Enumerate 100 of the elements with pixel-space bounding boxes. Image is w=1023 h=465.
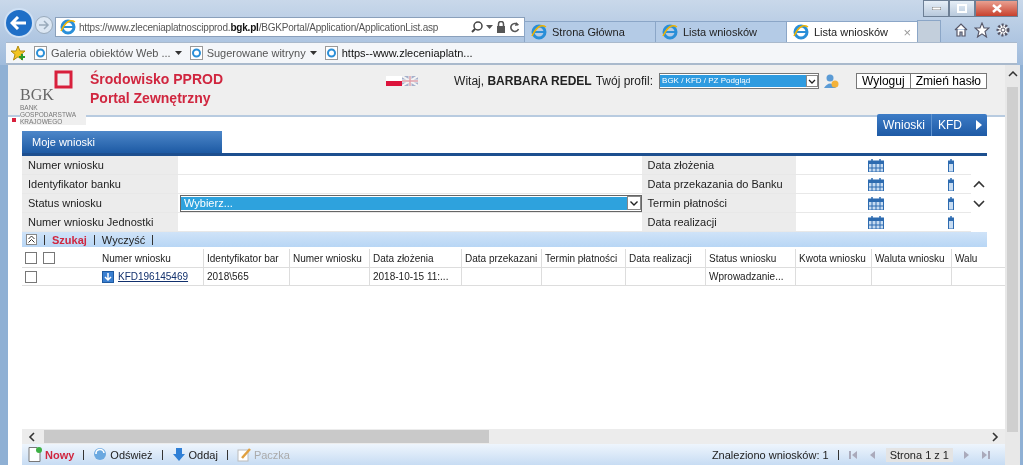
result-count: Znaleziono wniosków: 1 xyxy=(711,448,829,461)
page-indicator: Strona 1 z 1 xyxy=(885,447,953,462)
calendar-icon xyxy=(947,215,954,229)
field-label: Data przekazania do Banku xyxy=(641,175,796,193)
field-label: Numer wniosku xyxy=(22,156,178,174)
scrollbar-thumb[interactable] xyxy=(44,430,489,443)
collapse-button[interactable] xyxy=(26,234,37,245)
column-header[interactable]: Waluta wniosku xyxy=(872,249,952,267)
arrow-down-icon xyxy=(171,447,186,462)
panel-tab[interactable]: Moje wnioski xyxy=(22,131,222,153)
double-up-icon xyxy=(26,234,37,245)
calendar-icon xyxy=(867,196,884,210)
scrollbar-thumb[interactable] xyxy=(1007,87,1018,432)
browser-logo-icon xyxy=(662,24,678,40)
close-button[interactable] xyxy=(975,0,1018,17)
forward-arrow-icon xyxy=(38,20,50,30)
page-icon xyxy=(34,46,47,60)
new-tab-button[interactable] xyxy=(917,20,941,42)
last-page-icon[interactable] xyxy=(981,449,991,460)
search-icon xyxy=(471,21,483,33)
column-header[interactable]: Walu xyxy=(952,249,980,267)
scroll-left-icon xyxy=(28,431,36,442)
field-label: Data realizacji xyxy=(641,213,796,231)
browser-logo-icon xyxy=(531,24,547,40)
calendar-icon xyxy=(947,196,954,210)
table-cell-text: 2018\565 xyxy=(207,270,249,284)
dropdown-caret-icon xyxy=(309,51,317,55)
field-label: Data złożenia xyxy=(641,156,796,174)
field-label: Status wniosku xyxy=(22,194,178,212)
application-link[interactable]: KFD196145469 xyxy=(118,268,189,285)
toolbar-button[interactable]: Odśwież xyxy=(93,447,153,462)
column-header[interactable]: Data złożenia xyxy=(370,249,462,267)
url-text: https://www.zleceniaplatnoscipprod.bgk.pl/BGKPortal/Application/ApplicationList.asp xyxy=(79,21,440,33)
back-button[interactable] xyxy=(4,8,34,38)
address-bar[interactable]: https://www.zleceniaplatnoscipprod.bgk.pl/BGKPortal/Application/ApplicationList.asp xyxy=(55,17,525,37)
dropdown-caret-icon xyxy=(174,51,182,55)
checkbox[interactable] xyxy=(25,270,37,283)
action-link[interactable]: Szukaj xyxy=(52,233,87,246)
logo-text: BGK xyxy=(20,86,54,104)
favorites-link[interactable]: Galeria obiektów Web ... xyxy=(34,46,182,60)
toolbar-button[interactable]: Oddaj xyxy=(171,447,218,462)
calendar-icon xyxy=(867,215,884,229)
field-label: Numer wniosku Jednostki xyxy=(22,213,178,231)
column-header[interactable]: Identyfikator bar xyxy=(204,249,290,267)
first-page-icon[interactable] xyxy=(847,449,858,460)
browser-tab[interactable]: Lista wniosków xyxy=(655,21,787,42)
header-button[interactable]: Wyloguj xyxy=(856,73,911,89)
favorites-star-icon xyxy=(10,45,26,61)
polish-flag-icon[interactable] xyxy=(386,76,403,86)
toolbar-button[interactable]: Nowy xyxy=(28,447,75,462)
star-icon xyxy=(974,22,990,38)
checkbox[interactable] xyxy=(43,252,55,264)
favorites-link[interactable]: https--www.zleceniaplatn... xyxy=(324,46,473,60)
dropdown-caret-icon xyxy=(486,25,493,29)
column-header[interactable]: Termin płatności xyxy=(542,249,626,267)
favorites-link[interactable]: Sugerowane witryny xyxy=(189,46,317,60)
column-header[interactable]: Numer wniosku xyxy=(290,249,370,267)
chevron-down-icon xyxy=(806,75,819,87)
lock-icon xyxy=(496,21,506,33)
chevron-up-icon xyxy=(973,180,985,188)
table-cell-text: 2018-10-15 11:... xyxy=(373,270,449,284)
table-cell-text: Wprowadzanie... xyxy=(709,270,784,284)
page-icon xyxy=(324,46,338,60)
column-header[interactable]: Status wniosku xyxy=(706,249,796,267)
calendar-icon xyxy=(947,158,954,172)
chevron-down-icon xyxy=(626,196,641,210)
checkbox[interactable] xyxy=(25,252,37,264)
restore-icon xyxy=(957,4,967,13)
field-label: Identyfikator banku xyxy=(22,175,178,193)
back-arrow-icon xyxy=(10,16,28,30)
page-icon xyxy=(189,46,203,60)
browser-logo-icon xyxy=(793,24,809,40)
chevron-down-icon xyxy=(973,200,985,208)
menu-item[interactable]: Wnioski xyxy=(877,114,932,136)
refresh-icon xyxy=(509,21,520,33)
maximize-button[interactable] xyxy=(949,0,975,17)
column-header[interactable]: Data przekazani xyxy=(462,249,542,267)
close-icon xyxy=(991,4,1002,13)
portal-title: Środowisko PPROD xyxy=(90,70,224,89)
pencil-note-icon xyxy=(236,447,251,462)
browser-tab[interactable]: Strona Główna xyxy=(524,21,656,42)
column-header[interactable]: Numer wniosku xyxy=(99,249,204,267)
action-link[interactable]: Wyczyść xyxy=(101,233,146,246)
browser-tab[interactable]: Lista wniosków × xyxy=(786,21,918,42)
calendar-icon xyxy=(867,158,884,172)
minimize-button[interactable] xyxy=(923,0,949,17)
minimize-icon xyxy=(931,7,941,10)
home-icon xyxy=(953,22,969,38)
menu-item[interactable]: KFD xyxy=(932,114,976,136)
vertical-scrollbar[interactable] xyxy=(1005,65,1020,465)
new-document-icon xyxy=(28,447,42,462)
horizontal-scrollbar[interactable] xyxy=(22,429,1005,444)
forward-button[interactable] xyxy=(35,16,53,34)
logo-square-icon xyxy=(53,70,73,89)
greeting-text: Witaj, BARBARA REDEL xyxy=(454,74,592,88)
scroll-up-icon xyxy=(1007,71,1018,77)
header-button[interactable]: Zmień hasło xyxy=(909,73,987,89)
column-header[interactable]: Kwota wniosku xyxy=(796,249,872,267)
arrow-right-icon xyxy=(976,120,982,130)
column-header[interactable]: Data realizacji xyxy=(626,249,706,267)
